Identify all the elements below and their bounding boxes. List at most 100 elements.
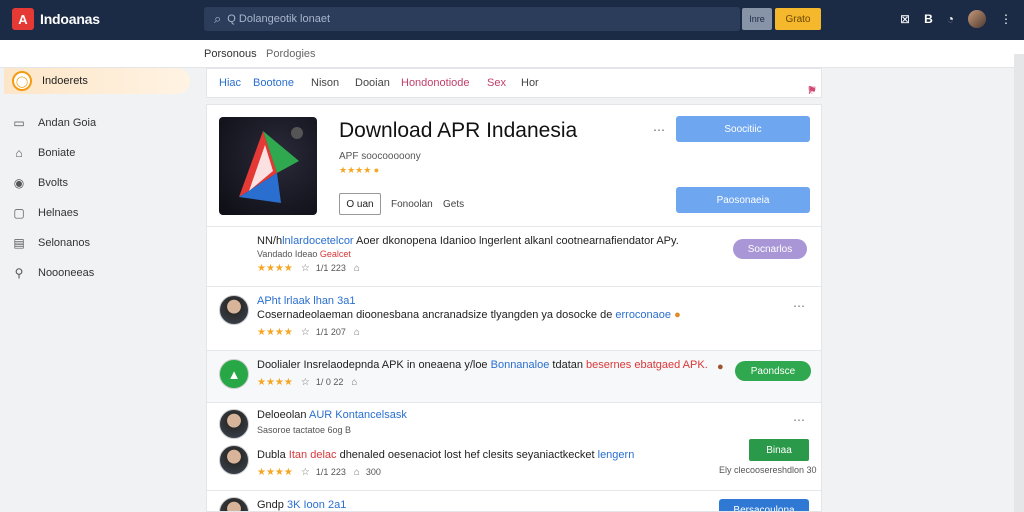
row-action-button[interactable]: Binaa bbox=[749, 439, 809, 461]
app-subtitle: APF soocooooony bbox=[339, 151, 421, 162]
logo-mark: A bbox=[12, 8, 34, 30]
clock-icon[interactable]: ◔ bbox=[947, 12, 954, 26]
filter-sex[interactable]: Sex bbox=[487, 77, 506, 89]
document-icon: ▤ bbox=[13, 236, 25, 250]
more-icon[interactable]: ⋯ bbox=[653, 123, 665, 137]
app-image bbox=[219, 117, 317, 215]
link-fonoolan[interactable]: Fonoolan bbox=[391, 199, 433, 210]
badge-icon: ● bbox=[373, 165, 380, 175]
filter-bootone[interactable]: Bootone bbox=[253, 77, 294, 89]
row-rating: ★★★★ ☆ 1/1 207 ⌂ bbox=[257, 327, 360, 338]
filter-bar: Hiac Bootone Nison Dooian Hondonotiode S… bbox=[206, 68, 822, 98]
top-icons: ⊠ B ◔ ⋮ bbox=[900, 10, 1012, 28]
app-hero: Download APR Indanesia APF soocooooony ★… bbox=[207, 105, 821, 227]
grid-icon[interactable]: ⊠ bbox=[900, 12, 910, 26]
logo-text: Indoanas bbox=[40, 11, 100, 27]
home-icon[interactable]: ⌂ bbox=[351, 377, 357, 388]
logo[interactable]: A Indoanas bbox=[12, 8, 100, 30]
tab-personous[interactable]: Porsonous bbox=[204, 48, 257, 60]
page-scrollbar[interactable] bbox=[1014, 54, 1024, 512]
row-rating: ★★★★ ☆ 1/1 223 ⌂ 300 bbox=[257, 467, 381, 478]
bold-icon[interactable]: B bbox=[924, 12, 933, 26]
folder-icon: ▭ bbox=[13, 116, 25, 130]
list-item[interactable]: NN/hlnlardocetelcor Aoer dkonopena Idani… bbox=[207, 227, 821, 287]
row-action-button[interactable]: Paondsce bbox=[735, 361, 811, 381]
ring-icon: ◯ bbox=[12, 71, 32, 91]
square-icon: ▢ bbox=[13, 206, 25, 220]
rating-stars: ★★★★ bbox=[339, 165, 372, 175]
row-meta: Vandado Ideao Gealcet bbox=[257, 249, 351, 259]
sidebar-item-boniate[interactable]: ⌂ Boniate bbox=[12, 146, 75, 160]
avatar bbox=[219, 497, 249, 511]
row-action-button[interactable]: Socnarlos bbox=[733, 239, 807, 259]
home-icon[interactable]: ⌂ bbox=[354, 263, 360, 274]
list-item[interactable]: APht lrlaak lhan 3a1 Cosernadeolaeman di… bbox=[207, 287, 821, 351]
sidebar-item-label: Selonanos bbox=[38, 237, 90, 249]
cta-button[interactable]: Grato bbox=[775, 8, 821, 30]
filter-hor[interactable]: Hor bbox=[521, 77, 539, 89]
row-title: Doolialer Insrelaodepnda APK in oneaena … bbox=[257, 359, 708, 371]
row-title: APht lrlaak lhan 3a1 bbox=[257, 295, 356, 307]
thumb-icon[interactable]: ☆ bbox=[301, 263, 310, 274]
search-bar[interactable]: ⌕ bbox=[204, 7, 740, 31]
sidebar-item-label: Indoerets bbox=[42, 75, 88, 87]
sidebar-item-label: Bvolts bbox=[38, 177, 68, 189]
list-item[interactable]: Gndp 3K Ioon 2a1 Bersacoulona bbox=[207, 491, 821, 511]
row-title: Deloeolan AUR Kontancelsask bbox=[257, 409, 407, 421]
sidebar-item-selonanos[interactable]: ▤ Selonanos bbox=[12, 236, 90, 250]
avatar bbox=[219, 409, 249, 439]
row-title: Gndp 3K Ioon 2a1 bbox=[257, 499, 347, 511]
sidebar-item-label: Boniate bbox=[38, 147, 76, 159]
row-footnote: Ely clecoosereshdlon 30 bbox=[719, 465, 817, 475]
row-rating: ★★★★ ☆ 1/ 0 22 ⌂ bbox=[257, 377, 358, 388]
thumb-icon[interactable]: ☆ bbox=[301, 327, 310, 338]
thumb-icon[interactable]: ☆ bbox=[301, 377, 310, 388]
emoji-icon: ● bbox=[717, 361, 724, 373]
user-avatar[interactable] bbox=[968, 10, 986, 28]
link-gets[interactable]: Gets bbox=[443, 199, 464, 210]
sidebar-item-active[interactable]: ◯ Indoerets bbox=[4, 68, 190, 94]
avatar bbox=[219, 295, 249, 325]
row-description: Dubla Itan delac dhenaled oesenaciot los… bbox=[257, 449, 635, 461]
sidebar-item-label: Noooneeas bbox=[38, 267, 95, 279]
app-title: Download APR Indanesia bbox=[339, 119, 578, 142]
sub-nav: Porsonous Pordogies bbox=[0, 40, 1024, 68]
main-content: Download APR Indanesia APF soocooooony ★… bbox=[206, 104, 822, 512]
app-icon: ▲ bbox=[219, 359, 249, 389]
thumb-icon[interactable]: ☆ bbox=[301, 467, 310, 478]
more-icon[interactable]: ⋮ bbox=[1000, 12, 1012, 26]
sidebar: ◯ Indoerets ▭ Andan Goia ⌂ Boniate ◉ Bvo… bbox=[0, 68, 196, 512]
share-icon[interactable]: ↗ bbox=[807, 84, 816, 97]
avatar bbox=[219, 445, 249, 475]
row-rating: ★★★★ ☆ 1/1 223 ⌂ bbox=[257, 263, 360, 274]
sidebar-item-helnaes[interactable]: ▢ Helnaes bbox=[12, 206, 78, 220]
open-button[interactable]: O uan bbox=[339, 193, 381, 215]
primary-download-button[interactable]: Soocitiic bbox=[676, 116, 810, 142]
sidebar-item-bvolts[interactable]: ◉ Bvolts bbox=[12, 176, 68, 190]
secondary-download-button[interactable]: Paosonaeia bbox=[676, 187, 810, 213]
search-input[interactable] bbox=[227, 13, 708, 25]
filter-dooian[interactable]: Dooian bbox=[355, 77, 390, 89]
more-icon[interactable]: ⋯ bbox=[793, 413, 805, 427]
search-icon: ⌕ bbox=[214, 11, 222, 26]
tab-pordogies[interactable]: Pordogies bbox=[266, 48, 316, 60]
row-title: NN/hlnlardocetelcor Aoer dkonopena Idani… bbox=[257, 235, 679, 247]
sidebar-item-label: Andan Goia bbox=[38, 117, 97, 129]
row-action-button[interactable]: Bersacoulona bbox=[719, 499, 809, 511]
row-description: Cosernadeolaeman dioonesbana ancranadsiz… bbox=[257, 309, 681, 321]
more-icon[interactable]: ⋯ bbox=[793, 299, 805, 313]
list-item[interactable]: Deloeolan AUR Kontancelsask Sasoroe tact… bbox=[207, 403, 821, 491]
filter-hondonotiode[interactable]: Hondonotiode bbox=[401, 77, 470, 89]
list-item[interactable]: ▲ Doolialer Insrelaodepnda APK in oneaen… bbox=[207, 351, 821, 403]
filter-nison[interactable]: Nison bbox=[311, 77, 339, 89]
sidebar-item-noooneeas[interactable]: ⚲ Noooneeas bbox=[12, 266, 95, 280]
sidebar-item-andan[interactable]: ▭ Andan Goia bbox=[12, 116, 96, 130]
emoji-icon: ● bbox=[674, 309, 681, 321]
home-icon[interactable]: ⌂ bbox=[354, 467, 360, 478]
sidebar-item-label: Helnaes bbox=[38, 207, 79, 219]
home-icon[interactable]: ⌂ bbox=[354, 327, 360, 338]
search-option-button[interactable]: Inre bbox=[742, 8, 772, 30]
filter-hiac[interactable]: Hiac bbox=[219, 77, 241, 89]
tag-icon: ⚲ bbox=[14, 266, 24, 280]
top-bar: A Indoanas ⌕ Inre Grato ⊠ B ◔ ⋮ bbox=[0, 0, 1024, 40]
